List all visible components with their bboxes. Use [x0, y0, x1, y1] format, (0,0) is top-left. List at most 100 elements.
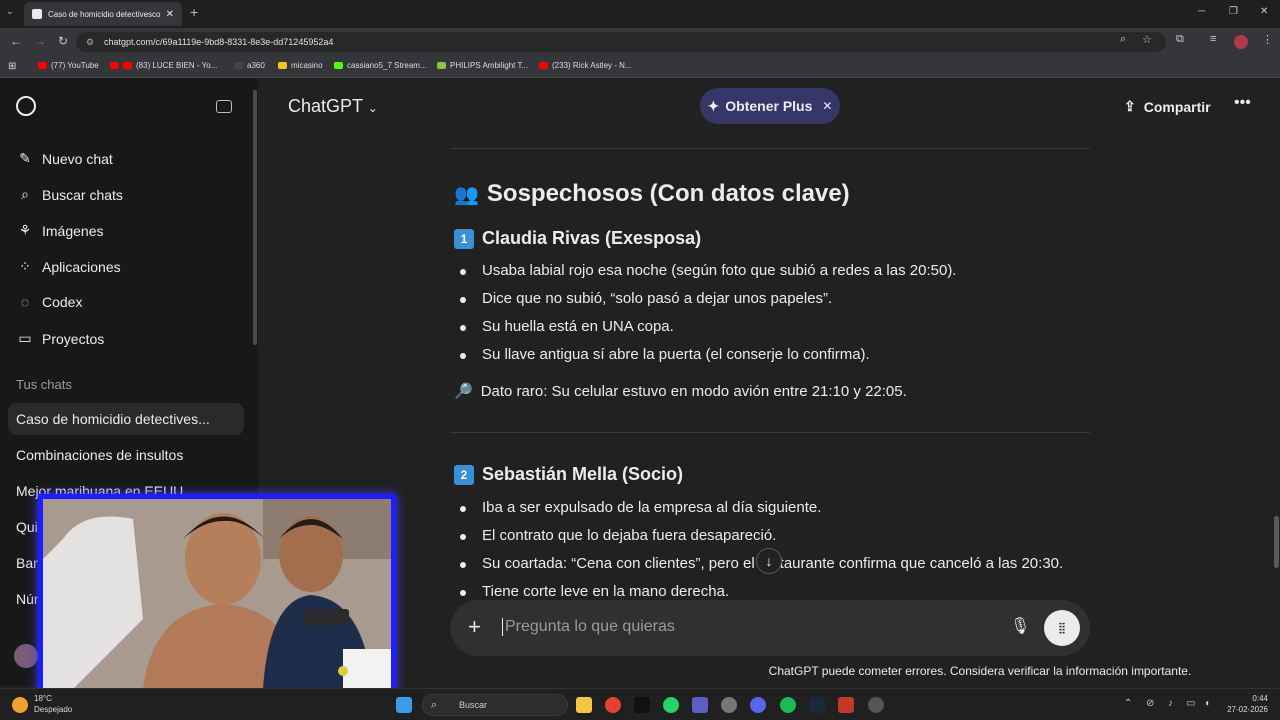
spotify-icon[interactable] [780, 697, 796, 713]
add-attachment-icon[interactable]: + [468, 614, 481, 640]
sidebar-item-label: Aplicaciones [42, 258, 121, 275]
browser-menu-icon[interactable]: ⋮ [1262, 33, 1273, 46]
keycap-one-icon: 1 [454, 228, 474, 249]
a360-icon [234, 62, 243, 69]
weather-widget[interactable]: 18°C Despejado [34, 693, 72, 715]
back-icon[interactable]: ← [10, 34, 22, 48]
sidebar-item-apps[interactable]: ⁘ Aplicaciones [16, 258, 121, 275]
volume-icon[interactable]: ◖ [1204, 698, 1210, 709]
weather-desc: Despejado [34, 705, 73, 714]
chatgpt-logo-icon[interactable] [16, 96, 36, 116]
site-info-icon[interactable]: ⚙ [86, 32, 94, 52]
folder-icon: ▭ [18, 330, 32, 346]
sidebar-scrollbar[interactable] [253, 90, 257, 345]
microphone-icon[interactable]: 🎙 [1010, 616, 1030, 636]
discord-icon[interactable] [750, 697, 766, 713]
reload-icon[interactable]: ↻ [58, 34, 68, 48]
browser-tab[interactable]: Caso de homicidio detectivesco ✕ [24, 2, 182, 26]
bookmark-rick-astley[interactable]: (233) Rick Astley - N... [539, 61, 632, 70]
bookmark-micasino[interactable]: micasino [278, 61, 323, 70]
taskbar-search-label: Buscar [459, 700, 488, 710]
bookmark-luce-bien[interactable]: (83) LUCE BIEN - Yo... [110, 61, 217, 70]
new-tab-icon[interactable]: + [190, 4, 198, 20]
tray-chevron-icon[interactable]: ⌃ [1124, 698, 1132, 709]
sidebar-item-label: Codex [42, 294, 83, 310]
share-button[interactable]: ⇪ Compartir [1124, 98, 1211, 115]
search-icon: ⌕ [431, 699, 438, 711]
close-icon[interactable]: ✕ [822, 99, 832, 113]
voice-mode-button[interactable]: ⦙⦙ [1044, 610, 1080, 646]
suspect-name: Sebastián Mella (Socio) [482, 464, 684, 484]
minimize-icon[interactable]: ─ [1198, 6, 1205, 17]
youtube-icon [539, 62, 548, 69]
reading-list-icon[interactable]: ≡ [1210, 33, 1216, 45]
mic-tray-icon[interactable]: ♪ [1168, 698, 1173, 709]
micasino-icon [278, 62, 287, 69]
taskbar-clock[interactable]: 0:44 27-02-2026 [1220, 693, 1268, 715]
windows-start-icon[interactable] [396, 697, 412, 713]
sidebar-item-codex[interactable]: ◌ Codex [16, 294, 83, 310]
chat-item-active[interactable]: Caso de homicidio detectives... [8, 403, 244, 435]
kick-icon [334, 62, 343, 69]
bookmark-star-icon[interactable]: ☆ [1142, 33, 1152, 46]
close-tab-icon[interactable]: ✕ [166, 9, 174, 20]
sidebar-item-new-chat[interactable]: ✎ Nuevo chat [16, 150, 113, 167]
app-icon[interactable] [868, 697, 884, 713]
bookmark-kick[interactable]: cassiano5_7 Stream... [334, 61, 427, 70]
extensions-icon[interactable]: ⧉ [1176, 33, 1184, 46]
sidebar-item-images[interactable]: ⚘ Imágenes [16, 222, 104, 239]
whatsapp-icon[interactable] [663, 697, 679, 713]
forward-icon[interactable]: → [34, 34, 46, 48]
teams-icon[interactable] [692, 697, 708, 713]
chrome-icon[interactable] [605, 697, 621, 713]
sidebar-item-label: Nuevo chat [42, 150, 113, 167]
keycap-two-icon: 2 [454, 464, 474, 485]
settings-icon[interactable] [721, 697, 737, 713]
webcam-image [43, 499, 391, 689]
restore-icon[interactable]: ❐ [1229, 6, 1238, 17]
more-options-icon[interactable]: ••• [1234, 94, 1251, 112]
scroll-to-bottom-button[interactable]: ↓ [756, 548, 782, 574]
close-window-icon[interactable]: ✕ [1260, 6, 1268, 17]
model-selector[interactable]: ChatGPT ⌄ [288, 96, 378, 117]
weather-icon[interactable] [12, 697, 28, 713]
bookmark-philips[interactable]: PHILIPS Ambilight T... [437, 61, 528, 70]
chat-main: ChatGPT ⌄ ✦ Obtener Plus ✕ ⇪ Compartir ••… [258, 78, 1280, 686]
tab-list-icon[interactable]: ⌄ [6, 6, 14, 17]
sidebar-item-search[interactable]: ⌕ Buscar chats [16, 186, 123, 203]
prompt-input[interactable] [502, 618, 982, 636]
capcut-icon[interactable] [634, 697, 650, 713]
get-plus-button[interactable]: ✦ Obtener Plus ✕ [700, 88, 840, 124]
user-avatar[interactable] [14, 644, 38, 668]
bookmark-label: PHILIPS Ambilight T... [450, 61, 529, 70]
section-title: Sospechosos (Con datos clave) [486, 180, 850, 207]
bookmark-a360[interactable]: a360 [234, 61, 265, 70]
app-icon[interactable] [838, 697, 854, 713]
sidebar-item-label: Buscar chats [42, 186, 123, 203]
main-scrollbar[interactable] [1274, 516, 1279, 568]
bookmarks-bar: ⊞ (77) YouTube (83) LUCE BIEN - Yo... a3… [0, 56, 1280, 78]
chat-item[interactable]: Combinaciones de insultos [8, 439, 244, 471]
list-item: Tiene corte leve en la mano derecha. [459, 583, 730, 600]
chevron-down-icon: ⌄ [367, 101, 378, 115]
network-off-icon[interactable]: ⊘ [1146, 698, 1154, 709]
display-icon[interactable]: ▭ [1186, 698, 1195, 709]
odd-fact: 🔎 Dato raro: Su celular estuvo en modo a… [454, 382, 907, 401]
magnifier-icon: 🔎 [454, 383, 473, 400]
profile-avatar[interactable] [1234, 35, 1248, 49]
file-explorer-icon[interactable] [576, 697, 592, 713]
taskbar-search[interactable]: ⌕ Buscar [422, 694, 568, 716]
bookmark-youtube[interactable]: (77) YouTube [38, 61, 99, 70]
sidebar-item-projects[interactable]: ▭ Proyectos [16, 330, 104, 347]
steam-icon[interactable] [809, 697, 825, 713]
sidebar-toggle-icon[interactable] [216, 100, 232, 113]
youtube-icon [110, 62, 119, 69]
youtube-icon [38, 62, 47, 69]
bookmark-label: (233) Rick Astley - N... [552, 61, 632, 70]
apps-grid-icon[interactable]: ⊞ [8, 61, 16, 72]
edit-icon: ✎ [19, 150, 31, 166]
url-input[interactable]: ⚙ chatgpt.com/c/69a1119e-9bd8-8331-8e3e-… [76, 32, 1166, 52]
youtube-icon [123, 62, 132, 69]
browser-tabstrip: ⌄ Caso de homicidio detectivesco ✕ + ─ ❐… [0, 0, 1280, 28]
zoom-icon[interactable]: ⌕ [1120, 33, 1126, 46]
